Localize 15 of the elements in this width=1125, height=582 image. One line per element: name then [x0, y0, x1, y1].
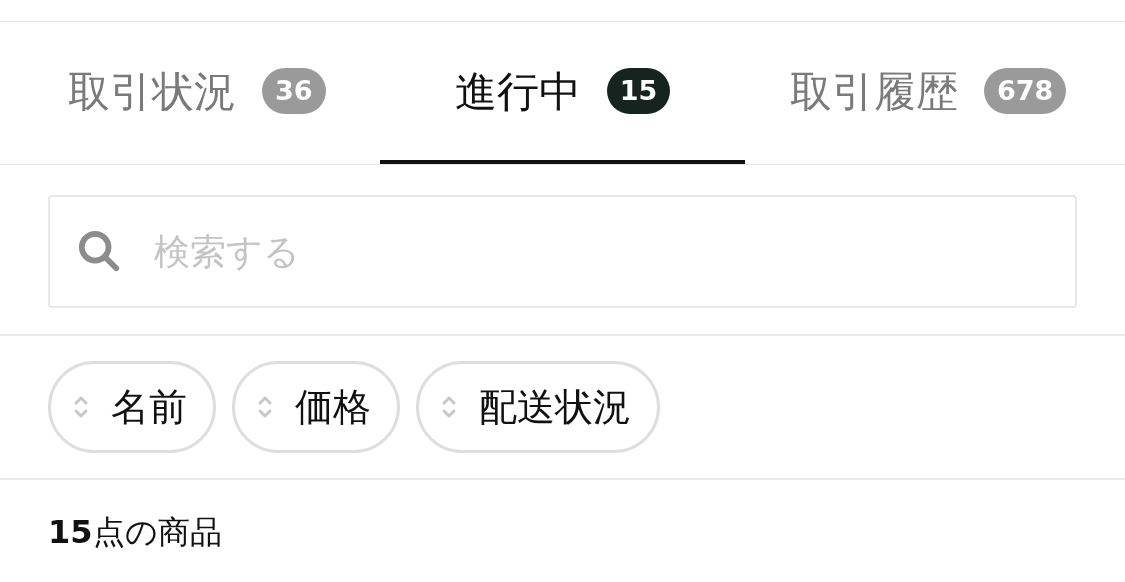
sort-chip[interactable]: 名前 [48, 361, 216, 453]
sort-icon [257, 394, 273, 420]
search-field[interactable]: 検索する [48, 195, 1077, 308]
search-icon [76, 228, 122, 274]
tab[interactable]: 取引履歴 678 [745, 22, 1111, 164]
tab[interactable]: 進行中 15 [379, 22, 746, 164]
sort-chip[interactable]: 配送状況 [416, 361, 660, 453]
count-badge: 15 [606, 68, 671, 114]
count-badge: 36 [262, 68, 326, 114]
count-badge: 678 [984, 68, 1067, 114]
tab[interactable]: 取引状況 36 [14, 22, 380, 164]
result-count: 15点の商品 [48, 513, 222, 551]
sort-chip[interactable]: 価格 [232, 361, 400, 453]
sort-icon [441, 394, 457, 420]
sort-icon [73, 394, 89, 420]
